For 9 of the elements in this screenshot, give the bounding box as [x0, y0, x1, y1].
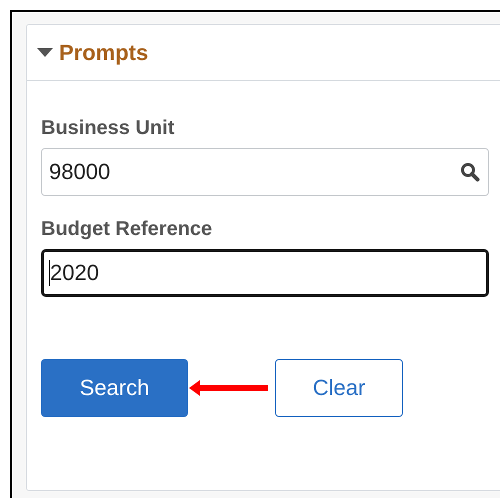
button[interactable]: Search: [41, 359, 188, 417]
input-field[interactable]: 2020: [41, 249, 489, 297]
button[interactable]: Clear: [275, 359, 403, 417]
collapse-triangle-icon[interactable]: [37, 48, 53, 57]
field-label: Budget Reference: [41, 218, 214, 241]
input-field[interactable]: 98000: [41, 148, 489, 196]
field-label: Business Unit: [41, 117, 176, 140]
section-title[interactable]: Prompts: [59, 40, 148, 66]
search-icon[interactable]: [460, 162, 480, 182]
